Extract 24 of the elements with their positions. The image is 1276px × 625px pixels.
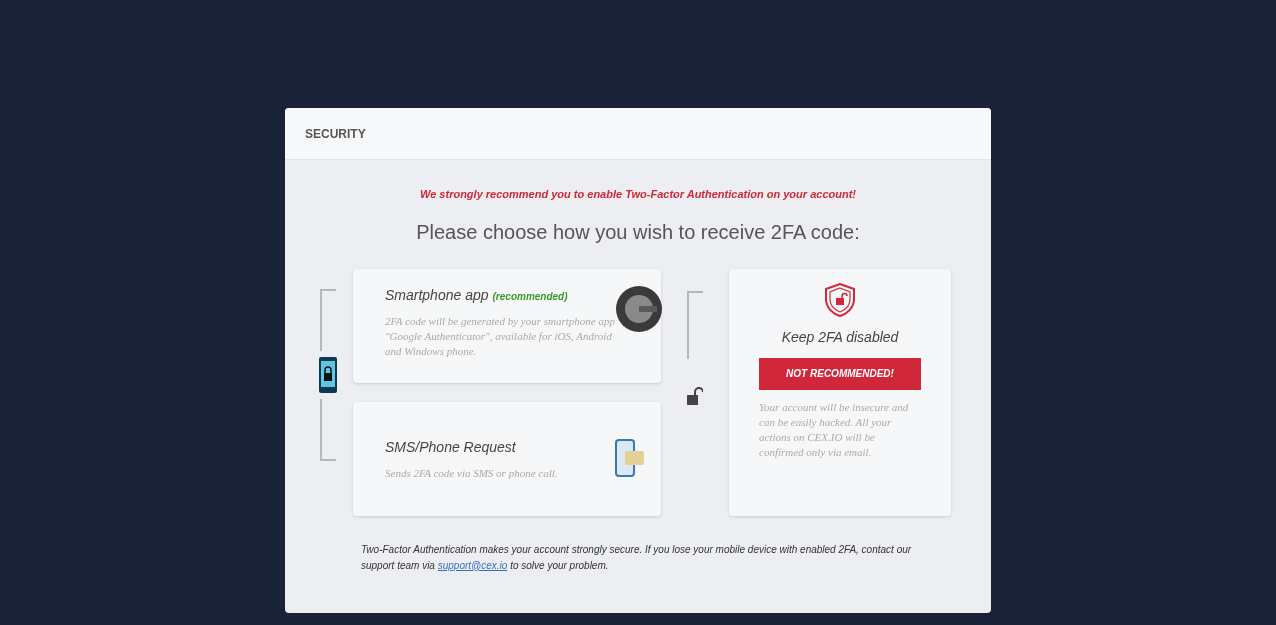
warning-text: We strongly recommend you to enable Two-Factor Authentication on your account!: [419, 187, 857, 202]
recommended-label: (recommended): [492, 289, 568, 304]
option-title: Smartphone app: [385, 285, 489, 305]
option-card[interactable]: SMS/Phone Request Sends 2FA code via SMS or phone call.: [353, 401, 661, 516]
disable-option-card[interactable]: Keep 2FA disabled NOT RECOMMENDED! Your account will be insecure and can be easily hacked. All your actions on CEX.IO will be confirmed only via email.: [729, 268, 951, 516]
option-description: Sends 2FA code via SMS or phone call.: [385, 465, 559, 481]
authenticator-logo-icon: [615, 284, 663, 333]
shield-icon: [824, 282, 856, 317]
bracket-line: [320, 398, 336, 461]
phone-lock-icon: [319, 356, 337, 393]
disable-title: Keep 2FA disabled: [781, 327, 899, 347]
option-card[interactable]: Smartphone app (recommended) 2FA code will be generated by your smartphone app "Google Authenticator", available for iOS, Android and Windows phone.: [353, 268, 661, 383]
option-description: 2FA code will be generated by your smartphone app "Google Authenticator", available for iOS, Android and Windows phone.: [385, 313, 615, 359]
bracket-line: [687, 290, 703, 359]
not-recommended-button[interactable]: NOT RECOMMENDED!: [759, 357, 921, 390]
heading: Please choose how you wish to receive 2FA code:: [415, 219, 861, 245]
unlocked-padlock-icon: [687, 386, 703, 405]
disable-description: Your account will be insecure and can be easily hacked. All your actions on CEX.IO will be confirmed only via email.: [759, 399, 910, 460]
bracket-line: [320, 288, 336, 351]
phone-sms-icon: [615, 438, 645, 479]
option-title: SMS/Phone Request: [385, 437, 516, 457]
footer-note: Two-Factor Authentication makes your account strongly secure. If you lose your mobile device with enabled 2FA, contact our support team via support@cex.io to solve your problem.: [360, 542, 913, 573]
dialog-title: SECURITY: [305, 125, 366, 143]
support-email-link[interactable]: support@cex.io: [437, 559, 508, 571]
